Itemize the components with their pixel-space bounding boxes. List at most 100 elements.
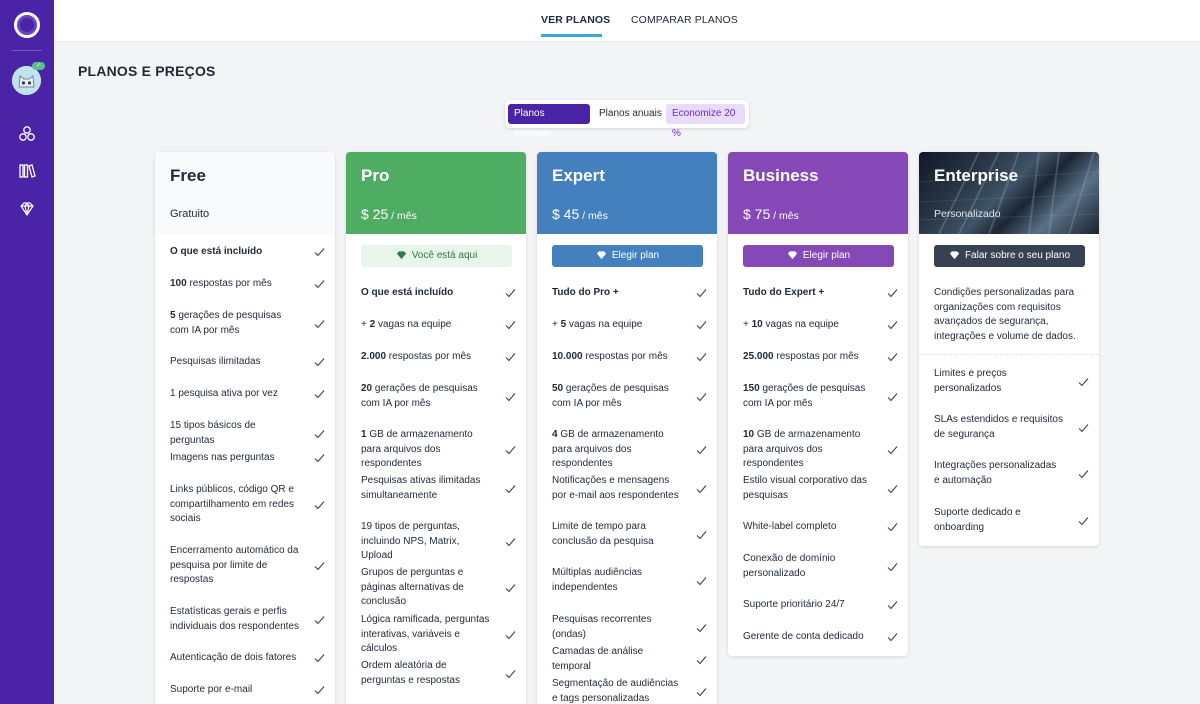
feature-text: Autenticação de dois fatores	[170, 652, 297, 663]
feature-item: Tudo do Pro +	[552, 286, 707, 301]
cat-avatar-icon	[12, 66, 41, 95]
feature-item: 20 gerações de pesquisas com IA por mês	[361, 382, 516, 411]
avatar[interactable]: ✓	[12, 62, 45, 95]
check-icon	[314, 561, 325, 571]
feature-text: O que está incluído	[170, 246, 263, 257]
check-icon	[314, 358, 325, 367]
feature-text: Suporte por e-mail	[170, 684, 253, 695]
diamond-icon[interactable]	[18, 200, 36, 218]
plan-price: Personalizado	[934, 208, 1001, 220]
contact-plan-button[interactable]: Falar sobre o seu plano	[934, 245, 1085, 267]
check-icon	[1078, 469, 1089, 478]
button-label: Elegir plan	[611, 250, 660, 261]
feature-text: 19 tipos de perguntas, incluindo NPS, Ma…	[361, 521, 460, 561]
feature-text: + 2 vagas na equipe	[361, 319, 452, 330]
feature-text: Limite de tempo para conclusão da pesqui…	[552, 521, 654, 547]
feature-text: Gerente de conta dedicado	[743, 631, 864, 642]
check-icon	[314, 654, 325, 663]
diamond-icon	[949, 251, 960, 260]
feature-item: Suporte por e-mail	[170, 683, 325, 698]
check-icon	[887, 601, 898, 610]
surveys-icon[interactable]	[18, 125, 36, 143]
plan-price: $ 75	[743, 206, 771, 222]
feature-item: Múltiplas audiências independentes	[552, 566, 707, 595]
check-icon	[505, 537, 516, 547]
library-icon[interactable]	[18, 162, 36, 180]
choose-plan-button[interactable]: Elegir plan	[552, 245, 703, 267]
feature-text: Tudo do Pro +	[552, 287, 619, 298]
feature-item: Suporte dedicado e onboarding	[934, 506, 1089, 535]
check-icon	[696, 353, 707, 362]
feature-text: 5 gerações de pesquisas com IA por mês	[170, 310, 282, 336]
annual-plans-option[interactable]: Planos anuais	[593, 104, 668, 124]
feature-text: 150 gerações de pesquisas com IA por mês	[743, 383, 866, 409]
feature-item: Estatísticas gerais e perfis individuais…	[170, 605, 325, 634]
feature-text: 4 GB de armazenamento para arquivos dos …	[552, 429, 664, 469]
feature-item: Conexão de domínio personalizado	[743, 552, 898, 581]
check-icon	[696, 484, 707, 493]
plan-period: / mês	[388, 210, 417, 222]
feature-text: Lógica ramificada, perguntas interativas…	[361, 614, 490, 654]
feature-text: 10.000 respostas por mês	[552, 351, 668, 362]
save-badge: Economize 20 %	[666, 104, 745, 139]
check-icon	[505, 353, 516, 362]
feature-text: Múltiplas audiências independentes	[552, 567, 643, 593]
diamond-icon	[787, 251, 797, 260]
feature-text: Imagens nas perguntas	[170, 452, 275, 463]
plan-card-enterprise: Enterprise Personalizado Falar sobre o s…	[919, 152, 1099, 546]
check-icon	[696, 392, 707, 401]
sidebar-divider	[12, 50, 42, 51]
feature-item: 1 pesquisa ativa por vez	[170, 387, 325, 402]
check-icon	[887, 523, 898, 532]
tab-ver-planos[interactable]: VER PLANOS	[541, 14, 610, 26]
feature-item: Grupos de perguntas e páginas alternativ…	[361, 566, 516, 610]
feature-text: Notificações e mensagens por e-mail aos …	[552, 475, 679, 501]
choose-plan-button[interactable]: Elegir plan	[743, 245, 894, 267]
check-icon	[696, 576, 707, 585]
feature-item: SLAs estendidos e requisitos de seguranç…	[934, 413, 1089, 442]
plan-name: Expert	[552, 166, 605, 185]
plan-price: $ 45	[552, 206, 580, 222]
check-icon	[1078, 516, 1089, 525]
check-icon	[314, 686, 325, 695]
feature-text: Limites e preços personalizados	[934, 368, 1007, 394]
check-icon	[887, 445, 898, 455]
feature-item: O que está incluído	[361, 286, 516, 301]
feature-text: + 5 vagas na equipe	[552, 319, 643, 330]
check-icon	[887, 562, 898, 571]
top-nav: VER PLANOS COMPARAR PLANOS	[54, 0, 1200, 42]
monthly-plans-option[interactable]: Planos mensais	[508, 104, 590, 139]
app-logo[interactable]	[14, 12, 40, 38]
check-icon	[505, 669, 516, 678]
feature-item: Notificações e mensagens por e-mail aos …	[552, 474, 707, 503]
feature-item: 10.000 respostas por mês	[552, 350, 707, 365]
feature-item: Integrações personalizadas e automação	[934, 459, 1089, 488]
feature-item: Camadas de análise temporal	[552, 645, 707, 674]
check-icon	[696, 687, 707, 696]
plan-header: Free Gratuito	[155, 152, 335, 234]
check-icon	[314, 500, 325, 510]
check-icon	[696, 623, 707, 632]
feature-text: 1 GB de armazenamento para arquivos dos …	[361, 429, 473, 469]
feature-item: Lógica ramificada, perguntas interativas…	[361, 613, 516, 657]
check-icon	[314, 390, 325, 399]
feature-item: 1 GB de armazenamento para arquivos dos …	[361, 428, 516, 472]
feature-text: O que está incluído	[361, 287, 454, 298]
feature-text: 2.000 respostas por mês	[361, 351, 472, 362]
plan-name: Free	[170, 166, 206, 185]
check-icon	[696, 445, 707, 455]
plan-card-business: Business $ 75 / mês Elegir plan Tudo do …	[728, 152, 908, 656]
feature-text: 1 pesquisa ativa por vez	[170, 388, 278, 399]
feature-text: Suporte prioritário 24/7	[743, 599, 845, 610]
diamond-icon	[396, 251, 406, 260]
feature-text: Estatísticas gerais e perfis individuais…	[170, 606, 299, 632]
feature-item: + 5 vagas na equipe	[552, 318, 707, 333]
feature-item: + 10 vagas na equipe	[743, 318, 898, 333]
check-icon	[314, 319, 325, 328]
feature-text: Pesquisas ativas ilimitadas simultaneame…	[361, 475, 481, 501]
feature-text: SLAs estendidos e requisitos de seguranç…	[934, 414, 1063, 440]
feature-text: 25.000 respostas por mês	[743, 351, 859, 362]
feature-item: 5 gerações de pesquisas com IA por mês	[170, 309, 325, 338]
tab-comparar-planos[interactable]: COMPARAR PLANOS	[631, 14, 738, 26]
feature-text: Links públicos, código QR e compartilham…	[170, 484, 294, 524]
